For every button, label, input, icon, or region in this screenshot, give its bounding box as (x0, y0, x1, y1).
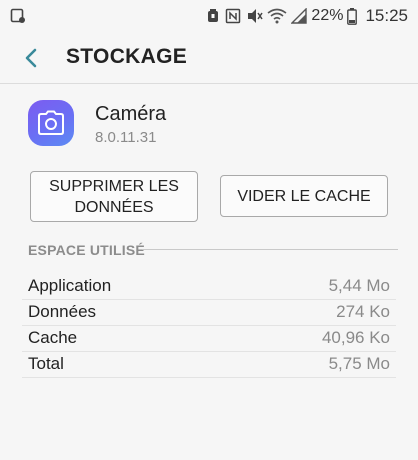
cell-signal-icon (291, 8, 308, 24)
row-label: Total (28, 354, 64, 373)
row-label: Application (28, 276, 112, 295)
clock: 15:25 (365, 6, 408, 25)
back-button[interactable] (18, 44, 46, 72)
clear-data-button[interactable]: SUPPRIMER LES DONNÉES (30, 171, 198, 222)
status-bar: 22% 15:25 (0, 0, 418, 32)
clear-cache-button[interactable]: VIDER LE CACHE (220, 175, 388, 217)
chevron-left-icon (25, 48, 37, 68)
row-value: 5,75 Mo (328, 354, 390, 373)
alarm-icon (205, 8, 221, 24)
app-version: 8.0.11.31 (95, 129, 157, 146)
storage-row-data: Données 274 Ko (22, 300, 396, 326)
storage-row-application: Application 5,44 Mo (22, 274, 396, 300)
row-label: Cache (28, 328, 78, 347)
screenshot-notification-icon (10, 8, 26, 29)
camera-app-icon (28, 100, 74, 146)
row-label: Données (28, 302, 97, 321)
wifi-icon (267, 8, 287, 24)
page-title: STOCKAGE (66, 45, 188, 68)
app-bar: STOCKAGE (0, 32, 418, 84)
vibrate-mute-icon (245, 8, 264, 24)
section-divider (142, 249, 398, 250)
header-divider (0, 83, 418, 84)
nfc-icon (225, 8, 241, 24)
app-info: Caméra 8.0.11.31 (28, 100, 398, 150)
row-value: 40,96 Ko (321, 328, 390, 347)
app-name: Caméra (95, 103, 167, 125)
battery-percent: 22% (311, 7, 344, 24)
battery-icon (347, 7, 358, 25)
storage-row-total: Total 5,75 Mo (22, 352, 396, 378)
storage-list: Application 5,44 Mo Données 274 Ko Cache… (22, 274, 396, 378)
section-title-storage-used: ESPACE UTILISÉ (28, 242, 145, 258)
row-value: 274 Ko (336, 302, 390, 321)
row-value: 5,44 Mo (328, 276, 390, 295)
storage-row-cache: Cache 40,96 Ko (22, 326, 396, 352)
